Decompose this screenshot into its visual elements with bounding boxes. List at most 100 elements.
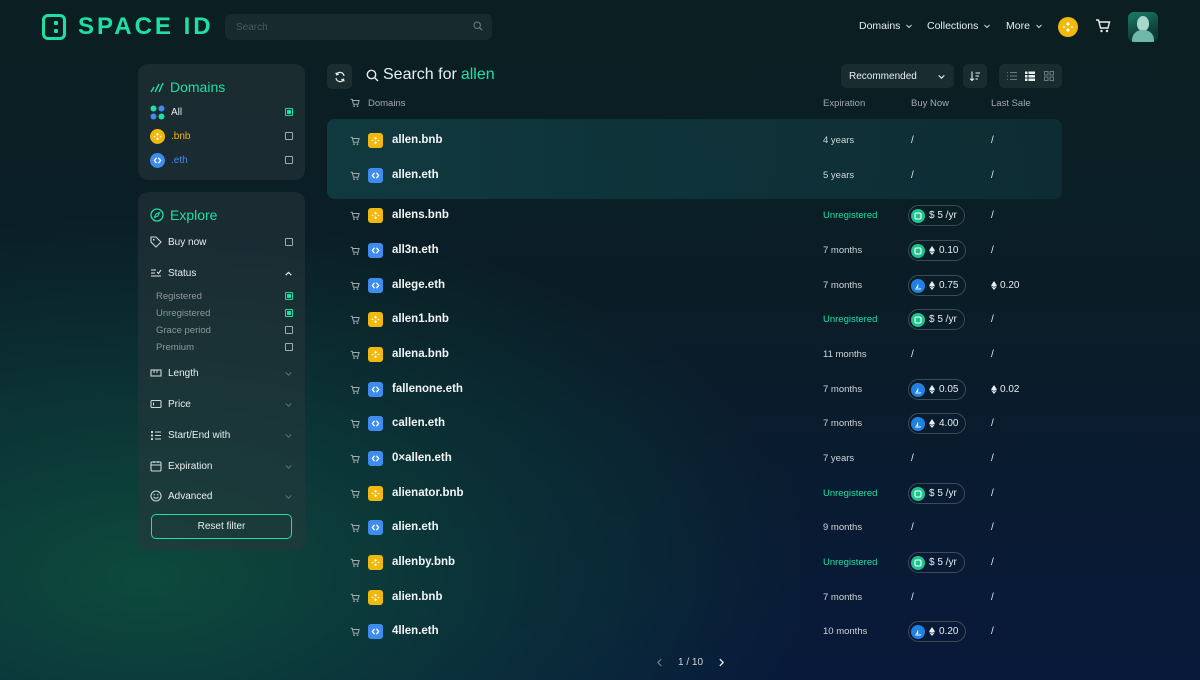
checkbox[interactable]	[285, 343, 293, 351]
reset-filter-button[interactable]: Reset filter	[151, 514, 292, 539]
buy-now-button[interactable]: $ 5 /yr	[908, 205, 965, 226]
buy-now-button[interactable]: $ 5 /yr	[908, 309, 965, 330]
add-to-cart-icon[interactable]	[350, 454, 360, 464]
chevron-right-icon[interactable]	[717, 658, 726, 667]
add-to-cart-icon[interactable]	[350, 558, 360, 568]
buy-now-button[interactable]: 4.00	[908, 413, 967, 434]
add-to-cart-icon[interactable]	[350, 627, 360, 637]
domain-name[interactable]: all3n.eth	[392, 244, 439, 256]
buy-now-button[interactable]: 0.20	[908, 621, 967, 642]
domain-name[interactable]: callen.eth	[392, 417, 445, 429]
bnb-chain-icon[interactable]	[1058, 17, 1078, 37]
filter-buy-now[interactable]: Buy now	[150, 234, 293, 250]
table-row[interactable]: allege.eth 7 months 0.75 0.20	[327, 269, 1062, 303]
domain-name[interactable]: allen1.bnb	[392, 313, 449, 325]
chevron-left-icon[interactable]	[655, 658, 664, 667]
add-to-cart-icon[interactable]	[350, 315, 360, 325]
add-to-cart-icon[interactable]	[350, 136, 360, 146]
domain-filter-eth[interactable]: .eth	[150, 152, 293, 168]
filter-start-end-with[interactable]: Start/End with	[150, 427, 293, 443]
buy-now-button[interactable]: $ 5 /yr	[908, 483, 965, 504]
checkbox[interactable]	[285, 309, 293, 317]
domain-name[interactable]: allen.bnb	[392, 134, 442, 146]
table-row[interactable]: allen.bnb 4 years / /	[327, 124, 1062, 158]
table-row[interactable]: allen1.bnb Unregistered $ 5 /yr /	[327, 303, 1062, 337]
filter-status[interactable]: Status	[150, 265, 293, 281]
list-view-icon[interactable]	[1006, 70, 1018, 82]
search-input[interactable]	[225, 14, 492, 40]
add-to-cart-icon[interactable]	[350, 385, 360, 395]
nav-domains[interactable]: Domains	[859, 20, 913, 32]
sort-select[interactable]: Recommended	[841, 64, 954, 88]
add-to-cart-icon[interactable]	[350, 489, 360, 499]
table-row[interactable]: allena.bnb 11 months / /	[327, 338, 1062, 372]
table-row[interactable]: alienator.bnb Unregistered $ 5 /yr /	[327, 477, 1062, 511]
add-to-cart-icon[interactable]	[350, 171, 360, 181]
status-option-grace-period[interactable]: Grace period	[156, 324, 293, 336]
checkbox[interactable]	[285, 238, 293, 246]
column-buy-now[interactable]: Buy Now	[911, 98, 949, 109]
table-row[interactable]: all3n.eth 7 months 0.10 /	[327, 234, 1062, 268]
domain-name[interactable]: 0×allen.eth	[392, 452, 452, 464]
nav-more[interactable]: More	[1006, 20, 1043, 32]
status-option-registered[interactable]: Registered	[156, 290, 293, 302]
sort-order-button[interactable]	[963, 64, 987, 88]
checkbox[interactable]	[285, 292, 293, 300]
table-row[interactable]: allens.bnb Unregistered $ 5 /yr /	[327, 199, 1062, 233]
add-to-cart-icon[interactable]	[350, 419, 360, 429]
search-results-title: Search for allen	[366, 66, 495, 84]
table-view-icon[interactable]	[1024, 70, 1036, 82]
status-option-unregistered[interactable]: Unregistered	[156, 307, 293, 319]
table-row[interactable]: callen.eth 7 months 4.00 /	[327, 407, 1062, 441]
table-row[interactable]: fallenone.eth 7 months 0.05 0.02	[327, 373, 1062, 407]
domain-name[interactable]: alienator.bnb	[392, 487, 464, 499]
table-row[interactable]: alien.eth 9 months / /	[327, 511, 1062, 545]
table-row[interactable]: 4llen.eth 10 months 0.20 /	[327, 615, 1062, 649]
search-icon[interactable]	[473, 21, 483, 31]
domain-name[interactable]: allen.eth	[392, 169, 439, 181]
checkbox[interactable]	[285, 326, 293, 334]
domain-name[interactable]: allege.eth	[392, 279, 445, 291]
logo[interactable]: SPACE ID	[42, 13, 214, 41]
filter-length[interactable]: Length	[150, 365, 293, 381]
checkbox[interactable]	[285, 108, 293, 116]
cart-icon[interactable]	[1095, 18, 1111, 34]
column-expiration[interactable]: Expiration	[823, 98, 865, 109]
column-last-sale[interactable]: Last Sale	[991, 98, 1031, 109]
checkbox[interactable]	[285, 132, 293, 140]
domain-name[interactable]: alien.eth	[392, 521, 439, 533]
table-row[interactable]: allen.eth 5 years / /	[327, 159, 1062, 193]
table-row[interactable]: 0×allen.eth 7 years / /	[327, 442, 1062, 476]
domain-filter-all[interactable]: All	[150, 104, 293, 120]
domain-name[interactable]: alien.bnb	[392, 591, 442, 603]
add-to-cart-icon[interactable]	[350, 523, 360, 533]
domain-name[interactable]: allens.bnb	[392, 209, 449, 221]
domain-name[interactable]: 4llen.eth	[392, 625, 439, 637]
grid-view-icon[interactable]	[1043, 70, 1055, 82]
add-to-cart-icon[interactable]	[350, 593, 360, 603]
checkbox[interactable]	[285, 156, 293, 164]
filter-advanced[interactable]: Advanced	[150, 488, 293, 504]
buy-now-button[interactable]: 0.10	[908, 240, 967, 261]
add-to-cart-icon[interactable]	[350, 211, 360, 221]
avatar[interactable]	[1128, 12, 1158, 42]
add-to-cart-icon[interactable]	[350, 350, 360, 360]
add-to-cart-icon[interactable]	[350, 281, 360, 291]
add-to-cart-icon[interactable]	[350, 246, 360, 256]
last-sale: /	[991, 135, 994, 146]
buy-now-button[interactable]: 0.05	[908, 379, 967, 400]
filter-price[interactable]: Price	[150, 396, 293, 412]
buy-now-button[interactable]: 0.75	[908, 275, 967, 296]
buy-now-button[interactable]: $ 5 /yr	[908, 552, 965, 573]
domain-name[interactable]: fallenone.eth	[392, 383, 463, 395]
domain-filter-bnb[interactable]: .bnb	[150, 128, 293, 144]
status-option-premium[interactable]: Premium	[156, 341, 293, 353]
column-domains[interactable]: Domains	[368, 98, 406, 109]
domain-name[interactable]: allenby.bnb	[392, 556, 455, 568]
table-row[interactable]: allenby.bnb Unregistered $ 5 /yr /	[327, 546, 1062, 580]
filter-expiration[interactable]: Expiration	[150, 458, 293, 474]
domain-name[interactable]: allena.bnb	[392, 348, 449, 360]
nav-collections[interactable]: Collections	[927, 20, 991, 32]
table-row[interactable]: alien.bnb 7 months / /	[327, 581, 1062, 615]
refresh-button[interactable]	[327, 64, 352, 89]
